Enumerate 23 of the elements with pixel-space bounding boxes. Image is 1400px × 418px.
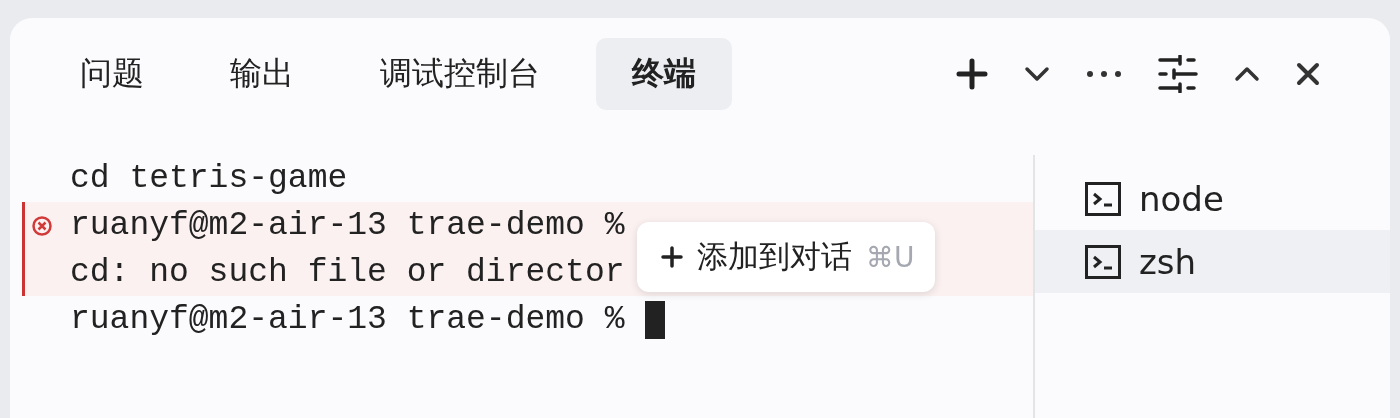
terminal-icon xyxy=(1085,181,1121,216)
popup-label: 添加到对话 xyxy=(697,237,852,276)
panel-tab[interactable]: 输出 xyxy=(200,38,324,110)
panel-tab[interactable]: 调试控制台 xyxy=(350,38,570,110)
plus-icon xyxy=(661,246,683,268)
chevron-up-icon[interactable] xyxy=(1234,66,1260,82)
terminal-line: cd: no such file or director xyxy=(70,254,625,291)
terminal-line: ruanyf@m2-air-13 trae-demo % xyxy=(70,301,625,338)
settings-icon[interactable] xyxy=(1158,55,1198,93)
panel-tab[interactable]: 问题 xyxy=(50,38,174,110)
close-icon[interactable] xyxy=(1296,62,1320,86)
chevron-down-icon[interactable] xyxy=(1024,66,1050,82)
terminal-line: ruanyf@m2-air-13 trae-demo % xyxy=(70,207,625,244)
add-to-chat-button[interactable]: 添加到对话 ⌘U xyxy=(637,222,935,292)
error-icon xyxy=(31,214,53,237)
panel-tab[interactable]: 终端 xyxy=(596,38,732,110)
shortcut-hint: ⌘U xyxy=(866,240,915,274)
terminal-icon xyxy=(1085,244,1121,279)
terminal-session-item[interactable]: node xyxy=(1035,167,1390,230)
terminal-line: cd tetris-game xyxy=(70,160,348,197)
plus-icon[interactable] xyxy=(956,58,988,90)
more-icon[interactable] xyxy=(1086,70,1122,78)
terminal-session-item[interactable]: zsh xyxy=(1035,230,1390,293)
